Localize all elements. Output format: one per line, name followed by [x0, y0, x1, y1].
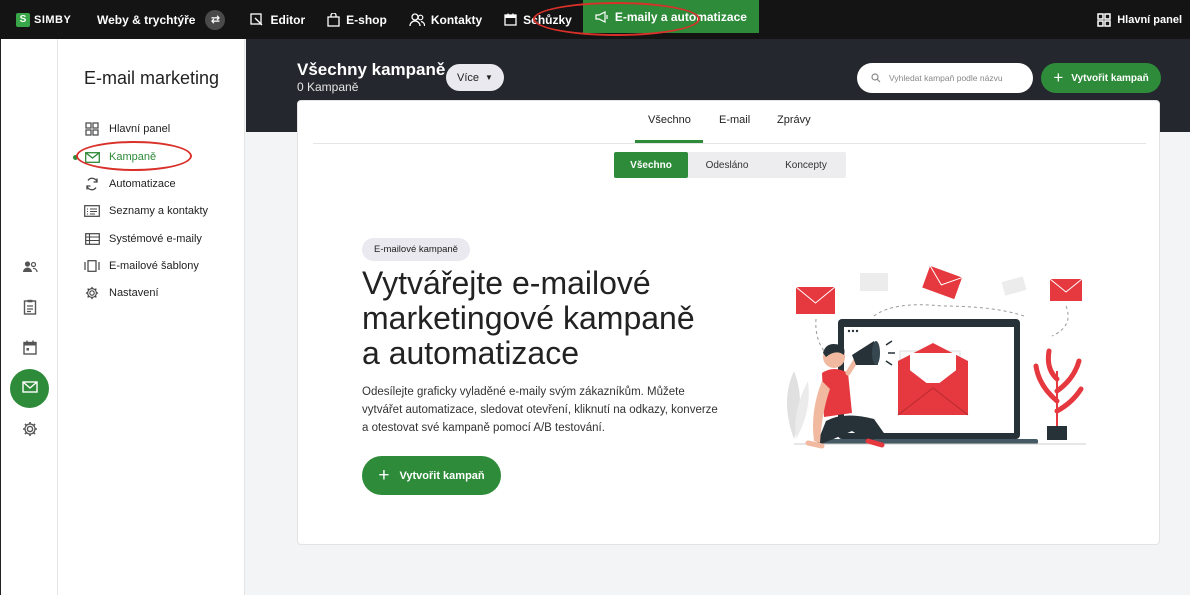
active-indicator-dot — [73, 155, 78, 160]
sidebar-item-dashboard[interactable]: Hlavní panel — [84, 119, 170, 139]
envelope-graphic-light — [1001, 276, 1027, 296]
type-tabs: Všechno E-mail Zprávy — [298, 101, 1161, 143]
sidebar-item-campaigns[interactable]: Kampaně — [84, 147, 156, 167]
tab-email[interactable]: E-mail — [719, 114, 750, 126]
campaign-count: 0 Kampaně — [297, 80, 359, 94]
list-icon — [84, 205, 100, 217]
sidebar-item-lists-contacts[interactable]: Seznamy a kontakty — [84, 201, 208, 221]
sidebar-title: E-mail marketing — [84, 68, 220, 88]
sidebar-item-automation[interactable]: Automatizace — [84, 174, 176, 194]
caret-down-icon: ▼ — [485, 73, 493, 82]
site-switcher[interactable]: Weby & trychtýře ⇄ — [97, 9, 226, 30]
site-name: Weby & trychtýře — [97, 12, 196, 27]
filter-sent[interactable]: Odesláno — [688, 152, 766, 178]
nav-editor-label: Editor — [270, 12, 306, 27]
hero-create-campaign-button[interactable]: + Vytvořit kampaň — [362, 456, 501, 495]
nav-meetings-label: Schůzky — [523, 12, 572, 27]
page-title: Všechny kampaně — [297, 60, 446, 79]
nav-emails-automation-label: E-maily a automatizace — [614, 9, 747, 24]
plus-icon: + — [378, 464, 390, 486]
hero-badge: E-mailové kampaně — [362, 238, 470, 261]
hero-create-campaign-label: Vytvořit kampaň — [399, 469, 485, 482]
nav-contacts[interactable]: Kontakty — [398, 0, 493, 39]
sidebar-item-label: Nastavení — [109, 287, 159, 299]
sidebar-item-system-emails[interactable]: Systémové e-maily — [84, 229, 202, 249]
dashboard-grid-icon — [1097, 12, 1111, 27]
editor-icon — [250, 12, 264, 27]
tab-messages[interactable]: Zprávy — [777, 114, 811, 126]
envelope-graphic — [795, 286, 836, 314]
hero-title-line: marketingové kampaně — [362, 300, 695, 336]
icon-rail — [0, 39, 58, 595]
filter-all[interactable]: Všechno — [614, 152, 688, 178]
sidebar-item-settings[interactable]: Nastavení — [84, 283, 159, 303]
mail-icon — [84, 151, 100, 163]
hero-title-line: Vytvářejte e-mailové — [362, 265, 651, 301]
tab-all[interactable]: Všechno — [648, 114, 691, 126]
gear-icon — [84, 286, 100, 300]
envelope-graphic — [1049, 278, 1083, 301]
nav-contacts-label: Kontakty — [430, 12, 483, 27]
more-label: Více — [457, 71, 480, 84]
dashboard-icon — [84, 122, 100, 136]
contacts-rail-icon[interactable] — [20, 257, 40, 277]
sidebar-item-email-templates[interactable]: E-mailové šablony — [84, 256, 199, 276]
dashboard-link-label: Hlavní panel — [1117, 13, 1182, 26]
logo-mark: S — [16, 12, 30, 27]
sidebar-item-label: E-mailové šablony — [109, 260, 199, 272]
top-navigation-bar: S SIMBY Weby & trychtýře ⇄ Editor E-shop… — [0, 0, 1190, 39]
clipboard-rail-icon[interactable] — [20, 297, 40, 317]
settings-rail-icon[interactable] — [20, 419, 40, 439]
status-filter: Všechno Odesláno Koncepty — [614, 152, 846, 178]
envelope-graphic — [922, 265, 963, 300]
search-icon — [871, 73, 881, 83]
template-icon — [84, 260, 100, 272]
sidebar-item-label: Systémové e-maily — [109, 233, 202, 245]
sidebar-item-label: Seznamy a kontakty — [109, 205, 209, 217]
shop-bag-icon — [327, 12, 340, 27]
logo-text: SIMBY — [34, 13, 72, 26]
nav-eshop[interactable]: E-shop — [316, 0, 398, 39]
create-campaign-button[interactable]: + Vytvořit kampaň — [1041, 63, 1161, 93]
mail-rail-button[interactable] — [10, 369, 49, 408]
table-icon — [84, 233, 100, 245]
envelope-graphic-light — [860, 273, 888, 291]
email-marketing-sidebar: E-mail marketing Hlavní panel Kampaně Au… — [58, 39, 245, 595]
refresh-icon — [84, 177, 100, 191]
calendar-rail-icon[interactable] — [20, 337, 40, 357]
hero-description: Odesílejte graficky vyladěné e-maily svý… — [362, 383, 727, 437]
campaigns-card: Všechno E-mail Zprávy Všechno Odesláno K… — [297, 100, 1160, 545]
hero-description-line: Odesílejte graficky vyladěné e-maily svý… — [362, 386, 685, 398]
hero-description-line: a otestovat své kampaně pomocí A/B testo… — [362, 422, 605, 434]
more-dropdown-button[interactable]: Více ▼ — [446, 64, 504, 91]
tabs-divider — [313, 143, 1146, 144]
nav-emails-automation[interactable]: E-maily a automatizace — [582, 0, 759, 33]
nav-eshop-label: E-shop — [346, 12, 387, 27]
swap-icon[interactable]: ⇄ — [205, 9, 226, 30]
sidebar-item-label: Automatizace — [109, 178, 176, 190]
plus-icon: + — [1053, 68, 1064, 87]
nav-editor[interactable]: Editor — [239, 0, 316, 39]
hero-title: Vytvářejte e-mailové marketingové kampan… — [362, 266, 762, 371]
megaphone-icon — [595, 10, 609, 23]
logo[interactable]: S SIMBY — [16, 12, 82, 27]
dashboard-link[interactable]: Hlavní panel — [1097, 0, 1182, 39]
mail-rail-icon — [21, 380, 38, 398]
hero-title-line: a automatizace — [362, 335, 580, 371]
contacts-icon — [409, 12, 425, 27]
hero-description-line: vytvářet automatizace, sledovat otevření… — [362, 404, 718, 416]
create-campaign-label: Vytvořit kampaň — [1071, 72, 1149, 84]
nav-meetings[interactable]: Schůzky — [493, 0, 583, 39]
filter-drafts[interactable]: Koncepty — [766, 152, 846, 178]
email-marketing-illustration — [787, 265, 1086, 449]
sidebar-item-label: Kampaně — [109, 151, 157, 163]
search-input[interactable]: Vyhledat kampaň podle názvu — [857, 63, 1033, 93]
calendar-icon — [504, 13, 517, 26]
search-placeholder: Vyhledat kampaň podle názvu — [889, 73, 1003, 83]
sidebar-item-label: Hlavní panel — [109, 123, 171, 135]
